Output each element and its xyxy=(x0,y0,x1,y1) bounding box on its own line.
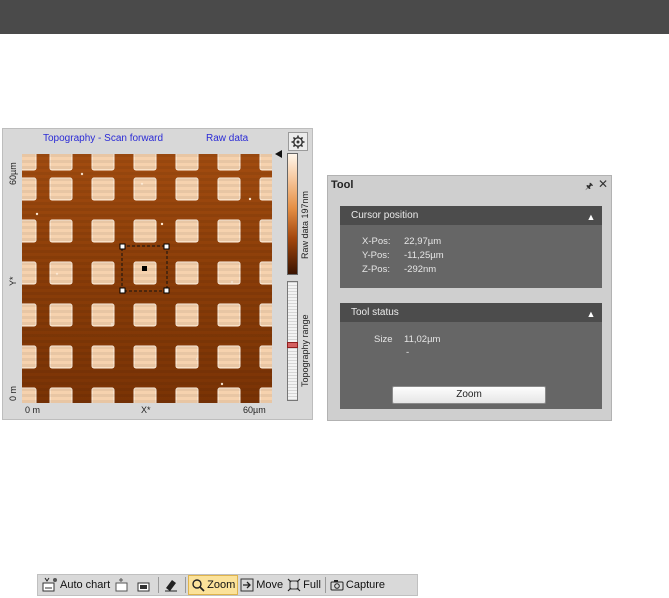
zoom-button[interactable]: Zoom xyxy=(392,386,546,404)
range-slider-handle[interactable] xyxy=(287,342,298,348)
y-axis-max-label: 60µm xyxy=(8,162,18,185)
zpos-value: -292nm xyxy=(404,264,437,275)
x-axis-min-label: 0 m xyxy=(25,405,41,415)
ypos-label: Y-Pos: xyxy=(362,250,390,261)
y-axis-label: Y* xyxy=(8,276,18,286)
remove-chart-button[interactable] xyxy=(134,575,156,595)
move-tool-button[interactable]: Move xyxy=(238,575,285,595)
tool-panel-title: Tool xyxy=(331,179,354,191)
auto-chart-label: Auto chart xyxy=(60,579,111,591)
cursor-position-title: Cursor position xyxy=(351,210,419,221)
full-view-button[interactable]: Full xyxy=(285,575,323,595)
pin-icon[interactable]: 🖈 xyxy=(585,179,593,195)
move-arrow-icon xyxy=(240,578,254,592)
zoom-tool-button[interactable]: Zoom xyxy=(188,575,239,595)
zoom-tool-label: Zoom xyxy=(207,579,236,591)
topography-range-slider[interactable] xyxy=(287,281,298,401)
full-view-label: Full xyxy=(303,579,321,591)
colorbar-label: Raw data 197nm xyxy=(300,190,310,259)
size-value: 11,02µm xyxy=(404,334,441,345)
close-icon[interactable]: ✕ xyxy=(598,177,608,191)
chart-data-type: Raw data xyxy=(206,133,249,144)
top-bar xyxy=(0,0,669,34)
status-dash: - xyxy=(406,347,410,358)
topography-chart-panel: Topography - Scan forward Raw data 60µm … xyxy=(2,128,313,420)
tool-status-header[interactable]: Tool status ▲ xyxy=(340,303,602,322)
magnifier-icon xyxy=(192,579,205,592)
chart-settings-button[interactable] xyxy=(288,132,308,151)
gear-icon xyxy=(291,135,305,148)
collapse-icon[interactable]: ▲ xyxy=(584,211,598,223)
eraser-icon xyxy=(165,580,178,592)
add-chart-icon xyxy=(115,578,128,592)
tool-status-section: Tool status ▲ Size 11,02µm - Zoom xyxy=(340,303,602,409)
add-chart-button[interactable] xyxy=(112,575,134,595)
capture-button[interactable]: Capture xyxy=(328,575,387,595)
chart-title: Topography - Scan forward xyxy=(43,133,164,144)
camera-icon xyxy=(330,580,344,591)
tool-status-title: Tool status xyxy=(351,307,399,318)
xpos-label: X-Pos: xyxy=(362,236,391,247)
auto-chart-button[interactable]: Auto chart xyxy=(40,575,112,595)
colorbar-marker[interactable] xyxy=(275,150,282,158)
afm-image-svg xyxy=(22,154,272,403)
y-axis-min-label: 0 m xyxy=(8,385,18,401)
range-label: Topography range xyxy=(300,314,310,387)
ypos-value: -11,25µm xyxy=(404,250,444,261)
cursor-position-header[interactable]: Cursor position ▲ xyxy=(340,206,602,225)
auto-chart-icon xyxy=(42,577,57,592)
color-scale-bar xyxy=(287,153,298,275)
eraser-button[interactable] xyxy=(161,575,183,595)
move-tool-label: Move xyxy=(256,579,284,591)
tool-panel: Tool 🖈 ✕ Cursor position ▲ X-Pos: 22,97µ… xyxy=(327,175,612,421)
remove-chart-icon xyxy=(137,582,150,592)
x-axis-label: X* xyxy=(141,405,151,415)
x-axis-max-label: 60µm xyxy=(243,405,266,415)
size-label: Size xyxy=(374,334,393,345)
capture-label: Capture xyxy=(345,579,386,591)
collapse-icon[interactable]: ▲ xyxy=(584,308,598,320)
toolbar-separator xyxy=(158,577,160,593)
zpos-label: Z-Pos: xyxy=(362,264,390,275)
full-view-icon xyxy=(287,578,301,592)
cursor-position-section: Cursor position ▲ X-Pos: 22,97µm Y-Pos: … xyxy=(340,206,602,288)
toolbar-separator xyxy=(185,577,187,593)
toolbar-separator xyxy=(324,577,326,593)
xpos-value: 22,97µm xyxy=(404,236,442,247)
chart-toolbar: Auto chart Zoom Move Full Capture xyxy=(37,574,418,596)
afm-image[interactable] xyxy=(22,154,272,403)
